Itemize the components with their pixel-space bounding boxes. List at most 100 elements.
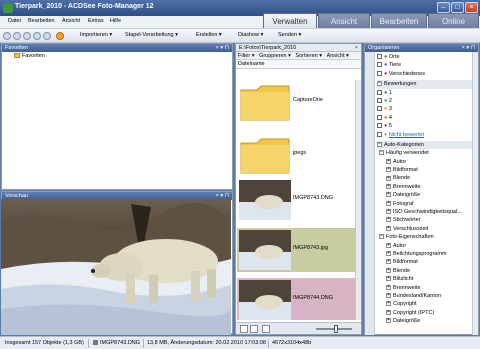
organizer-scrollbar[interactable] [472,52,478,335]
import-button[interactable]: Importieren ▾ [80,32,112,38]
list-item[interactable]: IMGP8743.jpg [237,228,359,272]
tab-verwalten[interactable]: Verwalten [263,13,317,28]
tab-online[interactable]: Online [428,13,479,28]
pane-close-icon[interactable]: × ▾ ⊓ [216,44,229,52]
category-item[interactable]: ● Orte [377,53,477,61]
auto-categories-header[interactable]: − Auto-Kategorien [377,140,477,150]
rating-item[interactable]: ● 3 [377,105,477,113]
list-item[interactable]: IMGP8744.DNG [237,278,359,320]
thumbnail-image [239,230,291,270]
ratings-header[interactable]: − Bewertungen [377,80,477,89]
tree-leaf[interactable]: + Bildformat [377,258,477,266]
rating-item[interactable]: ● 5 [377,122,477,130]
expand-icon[interactable]: + [386,167,391,173]
pane-close-icon[interactable]: × ▾ ⊓ [462,44,475,52]
tree-leaf[interactable]: + Dateigröße [377,191,477,199]
slideshow-button[interactable]: Diashow ▾ [238,32,263,38]
tree-leaf[interactable]: + Blende [377,174,477,182]
path-close-icon[interactable]: × [355,44,358,52]
expand-icon[interactable]: + [386,292,391,298]
expand-icon[interactable]: + [386,267,391,273]
expand-icon[interactable]: + [386,200,391,206]
forward-icon[interactable] [13,32,21,40]
expand-icon[interactable]: + [386,217,391,223]
expand-icon[interactable]: + [386,192,391,198]
tree-leaf[interactable]: + Stichwörter [377,216,477,224]
expand-icon[interactable]: + [386,259,391,265]
prev-page-icon[interactable] [240,325,248,333]
expand-icon[interactable]: + [386,225,391,231]
filter-button[interactable]: Filter ▾ [238,53,255,59]
menu-extras[interactable]: Extras [88,18,104,24]
tab-ansicht[interactable]: Ansicht [318,13,370,28]
expand-icon[interactable]: + [386,301,391,307]
zoom-slider-handle[interactable] [334,325,338,333]
sort-button[interactable]: Sortieren ▾ [295,53,322,59]
expand-icon[interactable]: + [386,158,391,164]
list-item[interactable]: CaptureOne [237,80,359,124]
menu-bearbeiten[interactable]: Bearbeiten [28,18,55,24]
tree-leaf[interactable]: + Brennweite [377,284,477,292]
favorites-item[interactable]: Favoriten [2,52,232,60]
path-bar[interactable]: E:\Fotos\Tierpark_2010 × [236,44,361,52]
tree-node-photo-props[interactable]: − Foto-Eigenschaften [377,233,477,241]
category-icon: ● [384,70,388,77]
tree-leaf[interactable]: + Blitzlicht [377,275,477,283]
expand-icon[interactable]: + [386,309,391,315]
rotate-icon[interactable] [262,325,270,333]
expand-icon[interactable]: + [386,175,391,181]
rating-icon: ● [384,106,388,113]
back-icon[interactable] [3,32,11,40]
expand-icon[interactable]: + [386,183,391,189]
browser-toolbar: Filter ▾ Gruppieren ▾ Sortieren ▾ Ansich… [236,52,361,61]
rating-item-unrated[interactable]: ● Nicht bewertet [377,131,477,139]
tree-leaf[interactable]: + Copyright [377,300,477,308]
menu-hilfe[interactable]: Hilfe [110,18,121,24]
batch-button[interactable]: Stapel-Verarbeitung ▾ [125,32,178,38]
close-button[interactable]: × [465,2,478,13]
tree-leaf[interactable]: + Verschlusszeit [377,225,477,233]
tree-leaf[interactable]: + Blende [377,267,477,275]
category-item[interactable]: ● Tiere [377,61,477,69]
expand-icon[interactable]: + [386,251,391,257]
home-icon[interactable] [43,32,51,40]
menu-datei[interactable]: Datei [8,18,21,24]
menu-ansicht[interactable]: Ansicht [62,18,80,24]
group-button[interactable]: Gruppieren ▾ [259,53,291,59]
tree-leaf[interactable]: + Bildformat [377,166,477,174]
expand-icon[interactable]: + [386,242,391,248]
sync-icon[interactable] [56,32,64,40]
tree-leaf[interactable]: + Dateigröße [377,317,477,325]
tree-node-frequent[interactable]: − Häufig verwendet [377,149,477,157]
view-button[interactable]: Ansicht ▾ [327,53,349,59]
expand-icon[interactable]: + [386,318,391,324]
category-item[interactable]: ● Verschiedenes [377,70,477,78]
expand-icon[interactable]: + [386,276,391,282]
tree-leaf[interactable]: + Bundesland/Kanton [377,292,477,300]
expand-icon[interactable]: + [386,284,391,290]
tree-leaf[interactable]: + Brennweite [377,183,477,191]
tree-leaf[interactable]: + Autor [377,158,477,166]
refresh-icon[interactable] [33,32,41,40]
list-item[interactable]: jpegs [237,133,359,177]
rating-item[interactable]: ● 1 [377,89,477,97]
tab-bearbeiten[interactable]: Bearbeiten [371,13,427,28]
tree-leaf[interactable]: + Autor [377,242,477,250]
expand-icon[interactable]: + [386,209,391,215]
tree-leaf[interactable]: + Fotograf [377,200,477,208]
maximize-button[interactable]: □ [451,2,464,13]
browser-scrollbar[interactable] [355,80,361,320]
tree-leaf[interactable]: + ISO Geschwindigkeitsqual... [377,208,477,216]
tree-leaf[interactable]: + Belichtungsprogramm [377,250,477,258]
folder-icon [14,53,20,59]
rating-item[interactable]: ● 2 [377,97,477,105]
rating-item[interactable]: ● 4 [377,114,477,122]
create-button[interactable]: Erstellen ▾ [196,32,222,38]
list-item[interactable]: IMGP8743.DNG [237,178,359,222]
tree-leaf[interactable]: + Copyright (IPTC) [377,309,477,317]
minimize-button[interactable]: – [437,2,450,13]
send-button[interactable]: Senden ▾ [278,32,301,38]
next-page-icon[interactable] [250,325,258,333]
up-icon[interactable] [23,32,31,40]
column-header-filename[interactable]: Dateiname [236,60,361,69]
